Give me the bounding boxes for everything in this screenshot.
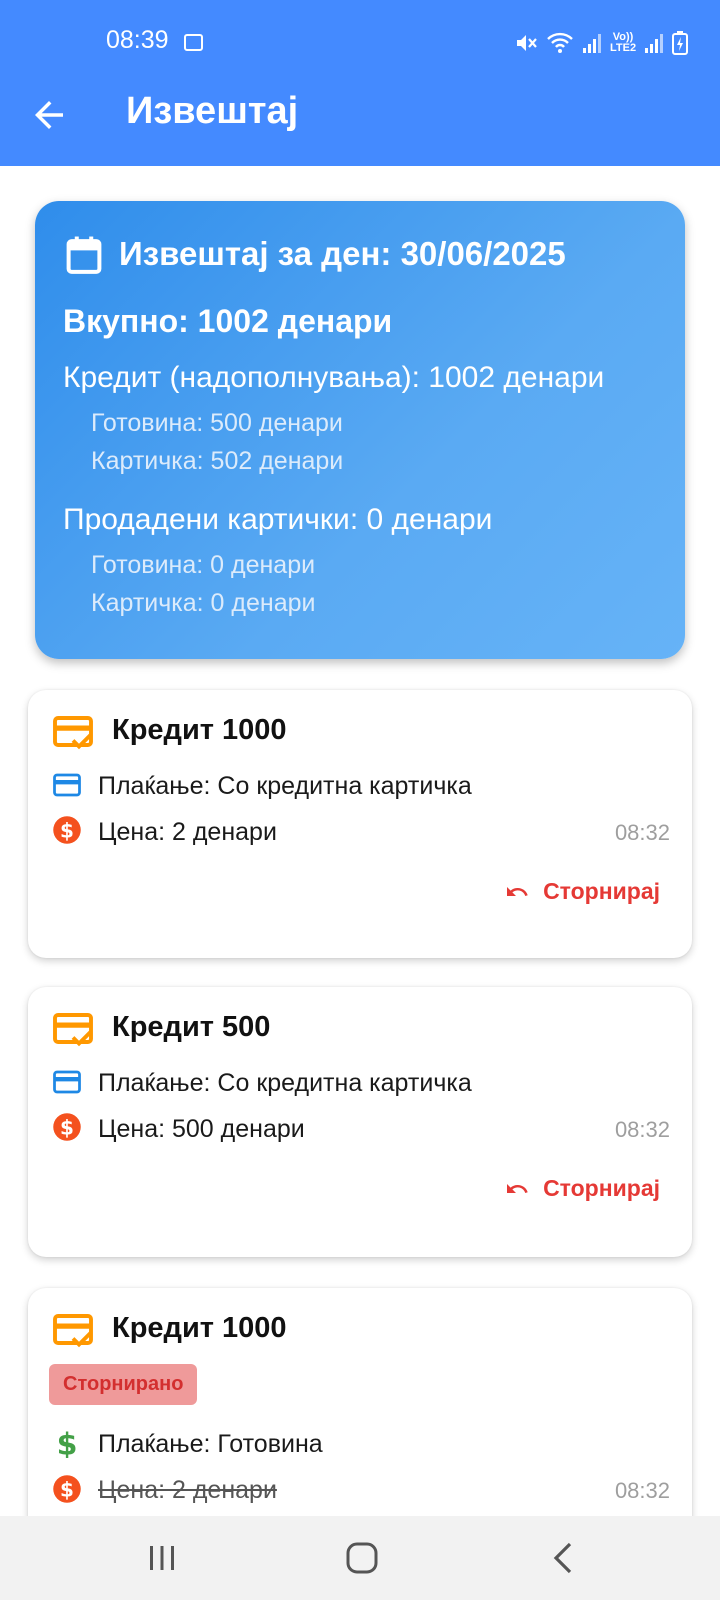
summary-title: Извештај за ден: 30/06/2025 xyxy=(119,235,566,272)
signal-icon xyxy=(583,34,601,53)
calendar-icon xyxy=(66,236,102,274)
price-icon: $ xyxy=(53,1113,81,1141)
volte-icon: Vo)) LTE2 xyxy=(610,31,637,54)
back-arrow-icon[interactable] xyxy=(28,94,70,136)
transaction-time: 08:32 xyxy=(614,820,670,845)
signal-icon xyxy=(645,34,663,53)
svg-text:$: $ xyxy=(60,1116,74,1140)
summary-sold-cash: Готовина: 0 денари xyxy=(91,551,316,579)
transaction-payment: Плаќање: Со кредитна картичка xyxy=(98,772,472,800)
image-icon xyxy=(184,34,203,51)
transaction-card: Кредит 1000 Плаќање: Со кредитна картичк… xyxy=(28,690,692,958)
credit-card-check-icon xyxy=(53,1013,93,1047)
battery-charging-icon xyxy=(672,31,688,55)
mute-icon xyxy=(517,35,537,51)
transaction-title: Кредит 1000 xyxy=(112,714,287,746)
transaction-card: Кредит 1000 Сторнирано $ Плаќање: Готови… xyxy=(28,1288,692,1548)
transaction-title: Кредит 500 xyxy=(112,1011,271,1043)
price-icon: $ xyxy=(53,1475,81,1503)
transaction-card: Кредит 500 Плаќање: Со кредитна картичка… xyxy=(28,987,692,1257)
transaction-price: Цена: 2 денари xyxy=(98,1476,277,1504)
summary-sold-cards: Продадени картички: 0 денари xyxy=(63,503,493,536)
transaction-price: Цена: 2 денари xyxy=(98,818,277,846)
transaction-payment: Плаќање: Со кредитна картичка xyxy=(98,1069,472,1097)
price-icon: $ xyxy=(53,816,81,844)
transaction-time: 08:32 xyxy=(614,1478,670,1503)
cancelled-badge: Сторнирано xyxy=(49,1364,198,1405)
storno-label: Сторнирај xyxy=(543,1175,660,1201)
transaction-time: 08:32 xyxy=(614,1117,670,1142)
summary-total: Вкупно: 1002 денари xyxy=(63,303,393,339)
credit-card-icon xyxy=(53,1070,81,1094)
summary-sold-card: Картичка: 0 денари xyxy=(91,589,316,617)
summary-credit-card: Картичка: 502 денари xyxy=(91,447,344,475)
storno-label: Сторнирај xyxy=(543,878,660,904)
transaction-price: Цена: 500 денари xyxy=(98,1115,305,1143)
svg-text:$: $ xyxy=(60,819,74,843)
home-icon[interactable] xyxy=(340,1536,384,1580)
page-title: Извештај xyxy=(126,90,299,132)
credit-card-check-icon xyxy=(53,716,93,750)
summary-credit: Кредит (надополнувања): 1002 денари xyxy=(63,361,605,394)
transaction-title: Кредит 1000 xyxy=(112,1312,287,1344)
credit-card-icon xyxy=(53,773,81,797)
recent-apps-icon[interactable] xyxy=(140,1536,184,1580)
credit-card-check-icon xyxy=(53,1314,93,1348)
system-nav-bar xyxy=(0,1516,720,1600)
svg-text:$: $ xyxy=(57,1428,78,1458)
status-time: 08:39 xyxy=(106,26,169,54)
daily-summary-card: Извештај за ден: 30/06/2025 Вкупно: 1002… xyxy=(35,201,685,659)
app-bar: 08:39 Vo)) LTE2 Извештај xyxy=(0,0,720,166)
system-back-icon[interactable] xyxy=(542,1536,586,1580)
svg-text:$: $ xyxy=(60,1478,74,1502)
undo-icon xyxy=(507,886,528,896)
wifi-icon xyxy=(547,32,573,53)
status-icons: Vo)) LTE2 xyxy=(514,28,688,58)
transaction-payment: Плаќање: Готовина xyxy=(98,1430,323,1458)
summary-credit-cash: Готовина: 500 денари xyxy=(91,409,343,437)
undo-icon xyxy=(507,1183,528,1193)
storno-button[interactable]: Сторнирај xyxy=(503,878,660,905)
storno-button[interactable]: Сторнирај xyxy=(503,1175,660,1202)
dollar-icon: $ xyxy=(57,1428,78,1458)
